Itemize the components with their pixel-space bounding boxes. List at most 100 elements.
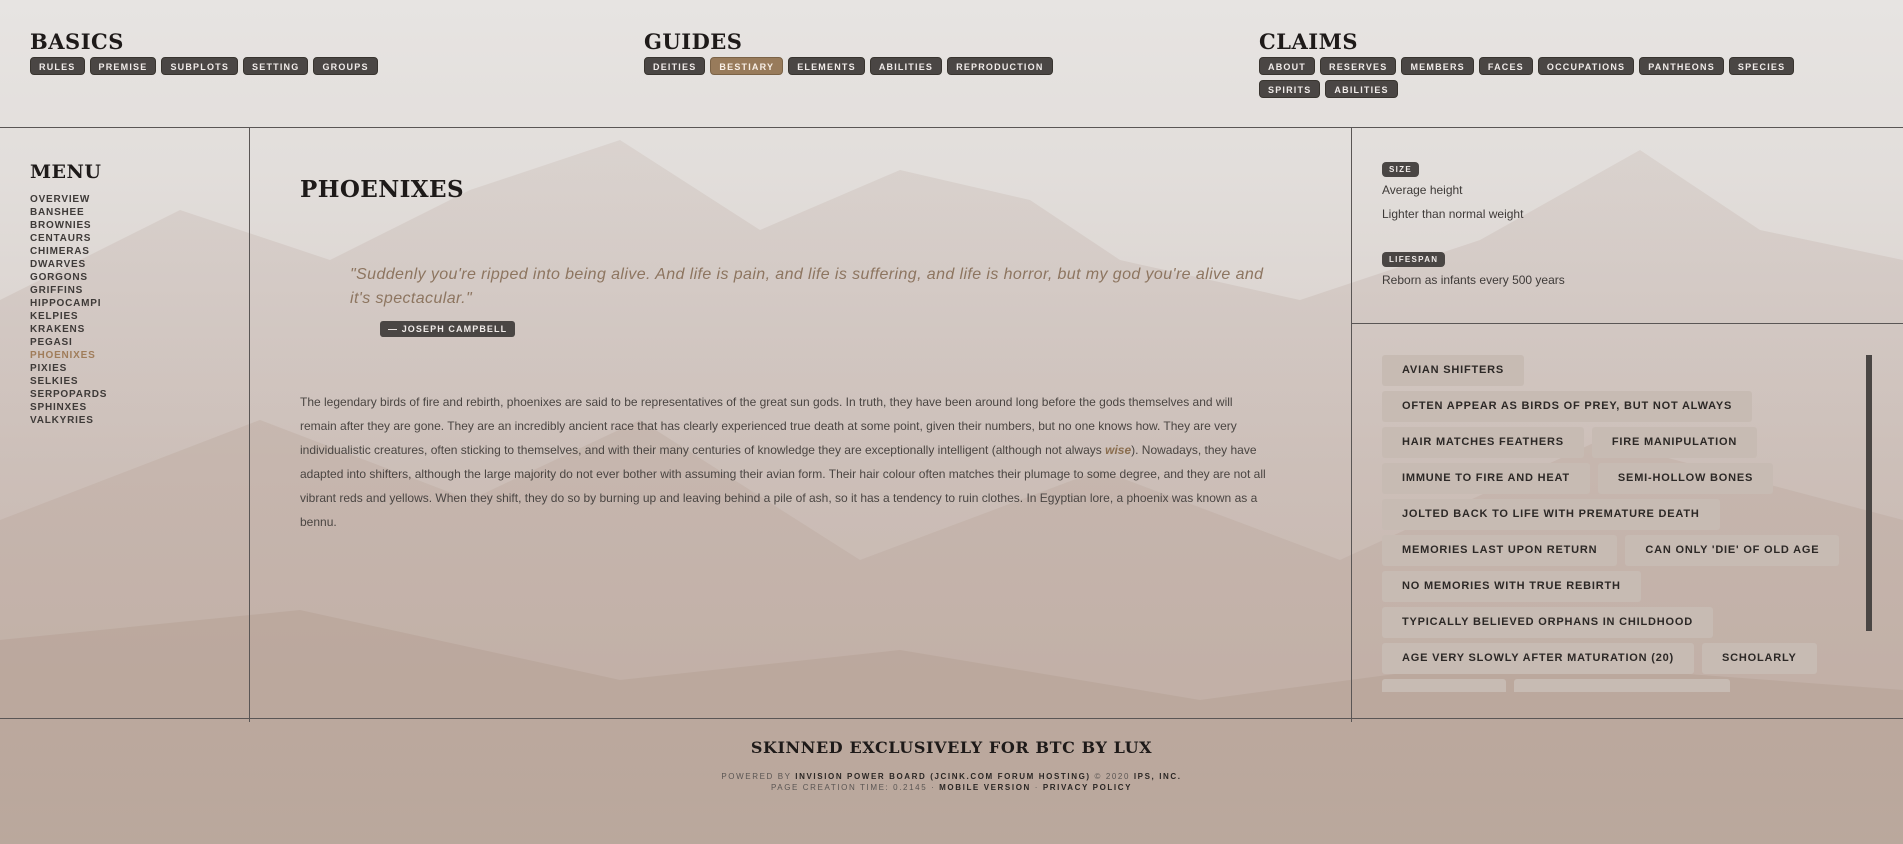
mobile-version-link[interactable]: MOBILE VERSION <box>939 783 1031 792</box>
page-info-line: PAGE CREATION TIME: 0.2145 · MOBILE VERS… <box>0 782 1903 793</box>
basics-link-setting[interactable]: SETTING <box>243 57 309 75</box>
trait-row: NO MEMORIES WITH TRUE REBIRTH <box>1382 571 1872 602</box>
trait-tag <box>1514 679 1730 692</box>
divider <box>249 128 250 722</box>
menu-item-chimeras[interactable]: CHIMERAS <box>30 245 107 258</box>
powered-by-line: POWERED BY INVISION POWER BOARD (JCINK.C… <box>0 771 1903 782</box>
basics-links: RULES PREMISE SUBPLOTS SETTING GROUPS <box>30 57 378 75</box>
sidebar-menu: MENU OVERVIEW BANSHEE BROWNIES CENTAURS CHIM… <box>30 161 107 427</box>
lifespan-details: Reborn as infants every 500 years <box>1382 273 1565 287</box>
claims-link-occupations[interactable]: OCCUPATIONS <box>1537 57 1635 75</box>
basics-link-rules[interactable]: RULES <box>30 57 85 75</box>
trait-row: HAIR MATCHES FEATHERS FIRE MANIPULATION <box>1382 427 1872 458</box>
trait-tag: MEMORIES LAST UPON RETURN <box>1382 535 1618 566</box>
traits-list[interactable]: AVIAN SHIFTERS OFTEN APPEAR AS BIRDS OF P… <box>1382 355 1872 692</box>
trait-tag: AGE VERY SLOWLY AFTER MATURATION (20) <box>1382 643 1695 674</box>
trait-tag <box>1382 679 1506 692</box>
description-emphasis: wise <box>1105 443 1132 457</box>
stat-line: Lighter than normal weight <box>1382 207 1524 221</box>
trait-tag: JOLTED BACK TO LIFE WITH PREMATURE DEATH <box>1382 499 1720 530</box>
menu-item-overview[interactable]: OVERVIEW <box>30 193 107 206</box>
footer: SKINNED EXCLUSIVELY FOR BTC BY LUX POWER… <box>0 718 1903 844</box>
claims-links: ABOUT RESERVES MEMBERS FACES OCCUPATIONS PANT… <box>1259 57 1859 98</box>
menu-item-gorgons[interactable]: GORGONS <box>30 271 107 284</box>
claims-title: CLAIMS <box>1259 29 1359 54</box>
trait-tag: IMMUNE TO FIRE AND HEAT <box>1382 463 1590 494</box>
stats-panel: SIZE Average height Lighter than normal w… <box>1382 159 1565 287</box>
basics-section: BASICS RULES PREMISE SUBPLOTS SETTING GROUPS <box>30 30 378 75</box>
lifespan-tag: LIFESPAN <box>1382 252 1446 267</box>
claims-link-about[interactable]: ABOUT <box>1259 57 1315 75</box>
trait-row: AVIAN SHIFTERS <box>1382 355 1872 386</box>
divider <box>1351 128 1352 722</box>
stat-line: Average height <box>1382 183 1463 197</box>
trait-tag: OFTEN APPEAR AS BIRDS OF PREY, BUT NOT A… <box>1382 391 1753 422</box>
basics-link-premise[interactable]: PREMISE <box>89 57 157 75</box>
claims-link-reserves[interactable]: RESERVES <box>1320 57 1397 75</box>
menu-item-serpopards[interactable]: SERPOPARDS <box>30 388 107 401</box>
page-title: PHOENIXES <box>300 176 464 203</box>
guides-link-reproduction[interactable]: REPRODUCTION <box>947 57 1053 75</box>
guides-link-elements[interactable]: ELEMENTS <box>788 57 865 75</box>
trait-tag: AVIAN SHIFTERS <box>1382 355 1525 386</box>
description-part: The legendary birds of fire and rebirth,… <box>300 395 1237 457</box>
menu-item-centaurs[interactable]: CENTAURS <box>30 232 107 245</box>
trait-row: TYPICALLY BELIEVED ORPHANS IN CHILDHOOD <box>1382 607 1872 638</box>
trait-tag: SCHOLARLY <box>1702 643 1817 674</box>
claims-section: CLAIMS ABOUT RESERVES MEMBERS FACES OCCUPATI… <box>1259 30 1859 98</box>
trait-tag: CAN ONLY 'DIE' OF OLD AGE <box>1625 535 1840 566</box>
trait-row: JOLTED BACK TO LIFE WITH PREMATURE DEATH <box>1382 499 1872 530</box>
claims-link-abilities[interactable]: ABILITIES <box>1325 80 1398 98</box>
description-text: The legendary birds of fire and rebirth,… <box>300 390 1272 534</box>
guides-link-bestiary[interactable]: BESTIARY <box>710 57 784 75</box>
trait-tag: SEMI-HOLLOW BONES <box>1597 463 1774 494</box>
claims-link-members[interactable]: MEMBERS <box>1401 57 1474 75</box>
menu-list: OVERVIEW BANSHEE BROWNIES CENTAURS CHIMERAS D… <box>30 193 107 427</box>
guides-link-abilities[interactable]: ABILITIES <box>869 57 943 75</box>
menu-item-sphinxes[interactable]: SPHINXES <box>30 401 107 414</box>
menu-item-griffins[interactable]: GRIFFINS <box>30 284 107 297</box>
trait-tag: HAIR MATCHES FEATHERS <box>1382 427 1584 458</box>
menu-item-pixies[interactable]: PIXIES <box>30 362 107 375</box>
stat-line: Reborn as infants every 500 years <box>1382 273 1565 287</box>
menu-item-dwarves[interactable]: DWARVES <box>30 258 107 271</box>
menu-item-banshee[interactable]: BANSHEE <box>30 206 107 219</box>
menu-item-brownies[interactable]: BROWNIES <box>30 219 107 232</box>
guides-link-deities[interactable]: DEITIES <box>644 57 706 75</box>
guides-section: GUIDES DEITIES BESTIARY ELEMENTS ABILITIES R… <box>644 30 1053 75</box>
menu-item-phoenixes[interactable]: PHOENIXES <box>30 349 107 362</box>
menu-item-hippocampi[interactable]: HIPPOCAMPI <box>30 297 107 310</box>
claims-link-pantheons[interactable]: PANTHEONS <box>1639 57 1724 75</box>
menu-item-valkyries[interactable]: VALKYRIES <box>30 414 107 427</box>
menu-item-pegasi[interactable]: PEGASI <box>30 336 107 349</box>
guides-links: DEITIES BESTIARY ELEMENTS ABILITIES REPRODUC… <box>644 57 1053 75</box>
basics-link-groups[interactable]: GROUPS <box>313 57 378 75</box>
ips-link[interactable]: IPS, INC. <box>1134 772 1182 781</box>
claims-link-species[interactable]: SPECIES <box>1728 57 1795 75</box>
claims-link-spirits[interactable]: SPIRITS <box>1259 80 1321 98</box>
basics-title: BASICS <box>30 29 124 54</box>
invision-link[interactable]: INVISION POWER BOARD (JCINK.COM FORUM HO… <box>795 772 1090 781</box>
copyright-text: © 2020 <box>1090 772 1134 781</box>
traits-scrollbar[interactable] <box>1866 355 1872 631</box>
privacy-policy-link[interactable]: PRIVACY POLICY <box>1043 783 1132 792</box>
page-creation-time: PAGE CREATION TIME: 0.2145 · <box>770 783 940 792</box>
divider <box>1351 323 1903 324</box>
menu-item-kelpies[interactable]: KELPIES <box>30 310 107 323</box>
top-navigation: BASICS RULES PREMISE SUBPLOTS SETTING GROUPS… <box>0 0 1903 128</box>
trait-tag: FIRE MANIPULATION <box>1591 427 1758 458</box>
separator: · <box>1030 783 1043 792</box>
menu-item-krakens[interactable]: KRAKENS <box>30 323 107 336</box>
quote-text: "Suddenly you're ripped into being alive… <box>350 266 1264 307</box>
claims-link-faces[interactable]: FACES <box>1478 57 1533 75</box>
menu-item-selkies[interactable]: SELKIES <box>30 375 107 388</box>
trait-row: MEMORIES LAST UPON RETURN CAN ONLY 'DIE' … <box>1382 535 1872 566</box>
footer-title: SKINNED EXCLUSIVELY FOR BTC BY LUX <box>750 738 1153 757</box>
basics-link-subplots[interactable]: SUBPLOTS <box>161 57 239 75</box>
trait-row: OFTEN APPEAR AS BIRDS OF PREY, BUT NOT A… <box>1382 391 1872 422</box>
trait-row: IMMUNE TO FIRE AND HEAT SEMI-HOLLOW BONES <box>1382 463 1872 494</box>
size-details: Average height Lighter than normal weight <box>1382 183 1565 221</box>
quote-author-badge: — JOSEPH CAMPBELL <box>380 321 516 337</box>
size-tag: SIZE <box>1382 162 1419 177</box>
menu-title: MENU <box>30 161 102 183</box>
